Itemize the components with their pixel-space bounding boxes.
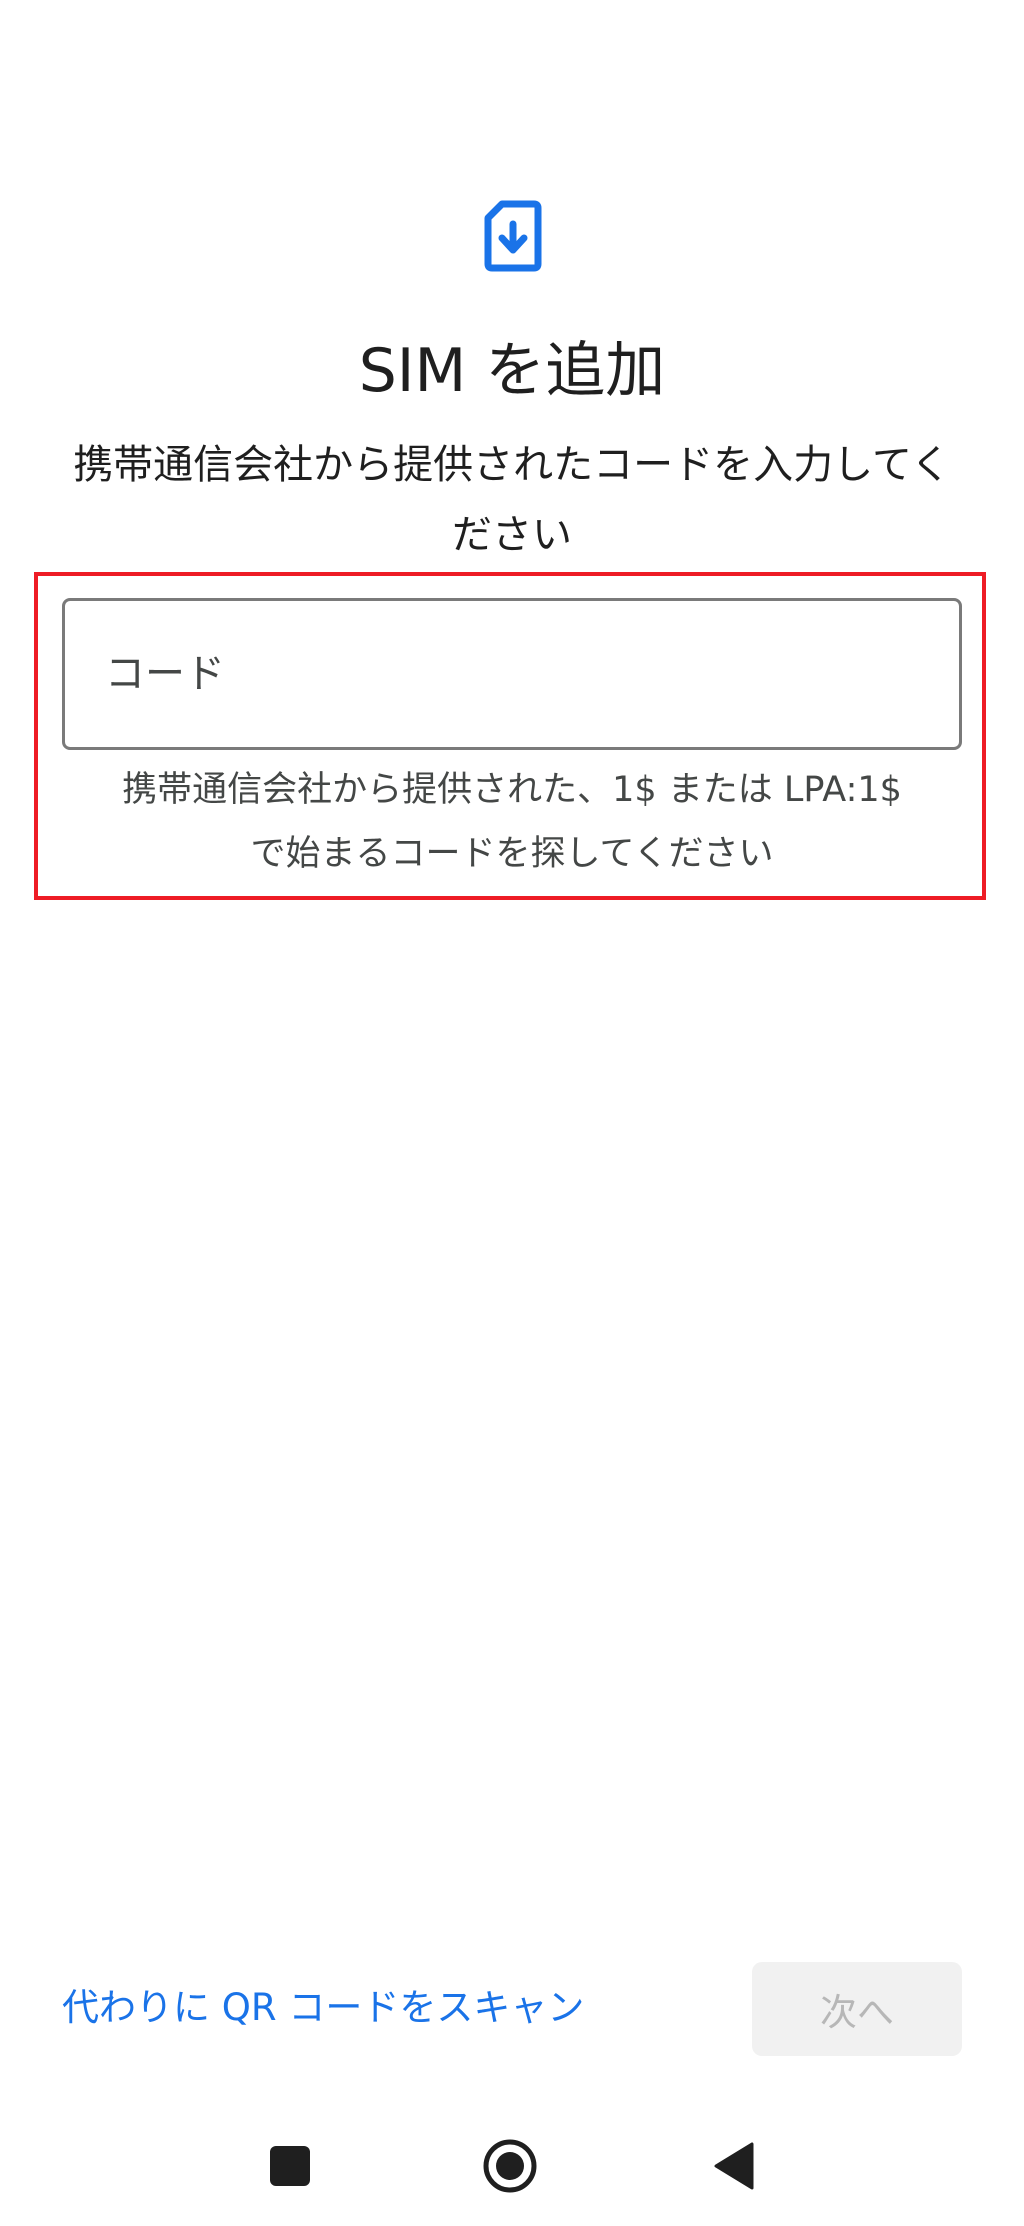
helper-text-line2: で始まるコードを探してください: [250, 834, 774, 874]
code-field[interactable]: [62, 598, 962, 750]
circle-home-icon[interactable]: [478, 2134, 542, 2198]
helper-text-line1: 携帯通信会社から提供された、1$ または LPA:1$: [122, 770, 902, 810]
sim-download-icon: [484, 200, 542, 272]
next-button[interactable]: 次へ: [752, 1962, 962, 2056]
code-helper-text: 携帯通信会社から提供された、1$ または LPA:1$ で始まるコードを探してく…: [80, 758, 944, 886]
square-recents-icon[interactable]: [258, 2134, 322, 2198]
page-subtitle: 携帯通信会社から提供されたコードを入力してください: [73, 442, 951, 558]
triangle-back-icon[interactable]: [702, 2134, 766, 2198]
scan-qr-code-link[interactable]: 代わりに QR コードをスキャン: [62, 1978, 584, 2038]
page-title: SIM を追加: [358, 336, 666, 406]
code-input[interactable]: [105, 601, 925, 747]
system-nav-bar: [0, 2120, 1024, 2210]
